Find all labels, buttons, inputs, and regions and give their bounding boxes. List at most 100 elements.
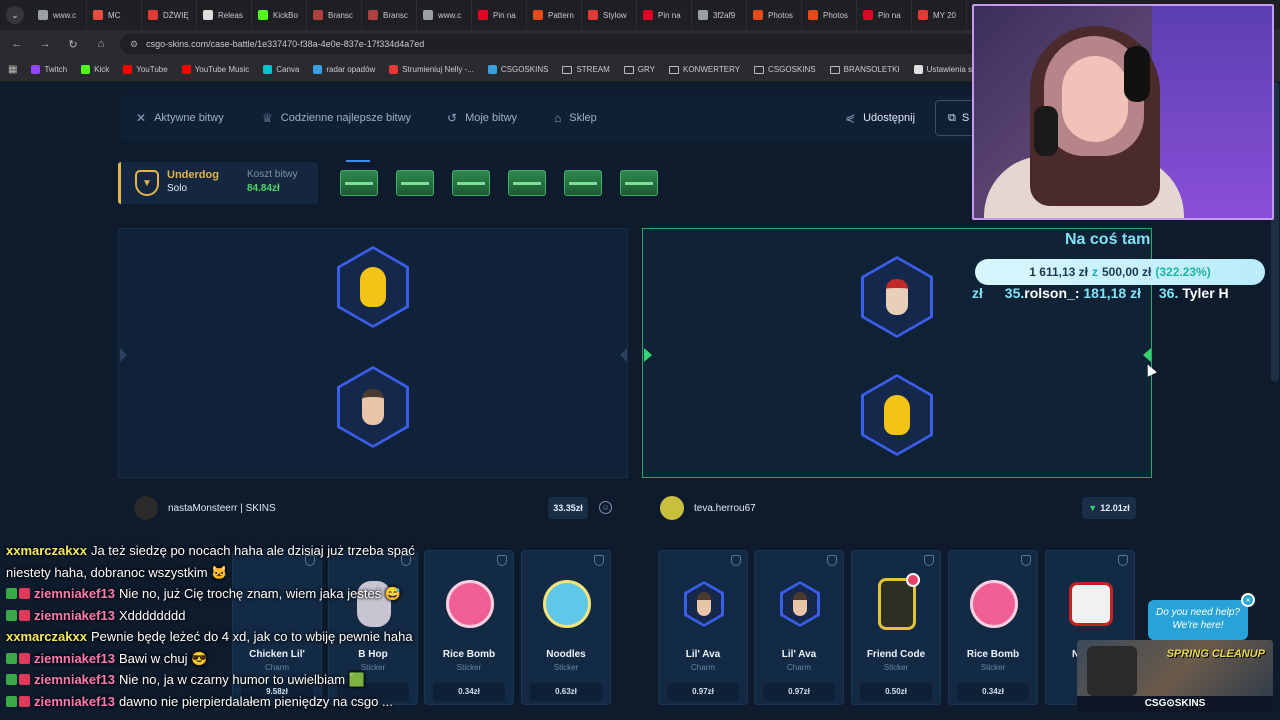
spring-cleanup-promo[interactable]: SPRING CLEANUP CSG⊙SKINS	[1077, 640, 1273, 712]
chat-text: Xdddddddd	[118, 607, 186, 623]
tab-label: MC	[108, 10, 121, 20]
apps-grid-icon[interactable]: ▦	[8, 64, 17, 75]
close-icon[interactable]: ×	[1241, 593, 1255, 607]
goal-current: 1 611,13 zł	[1029, 265, 1088, 279]
battle-type: Solo	[167, 183, 188, 194]
browser-tab[interactable]: Bransc	[307, 0, 362, 30]
share-button[interactable]: ⋞ Udostępnij	[845, 95, 915, 141]
bookmark-item[interactable]: BRANSOLETKI	[829, 65, 900, 74]
badge-icon	[19, 588, 30, 600]
case-crate-6[interactable]	[620, 170, 658, 196]
bookmark-item[interactable]: Twitch	[31, 65, 67, 74]
forward-icon[interactable]: →	[36, 38, 54, 50]
case-crate-5[interactable]	[564, 170, 602, 196]
item-card[interactable]: Noodles Sticker 0.63zł	[521, 550, 611, 705]
bookmark-item[interactable]: CSGOSKINS	[754, 65, 816, 74]
player2-avatar[interactable]	[660, 496, 684, 520]
chat-text: Ja też siedzę po nocach haha ale dzisiaj…	[90, 543, 415, 558]
nav-shop[interactable]: ⌂ Sklep	[554, 95, 597, 141]
bookmark-item[interactable]: YouTube Music	[181, 65, 250, 74]
home-icon[interactable]: ⌂	[92, 38, 110, 50]
item-card[interactable]: Lil' Ava Charm 0.97zł	[658, 550, 748, 705]
help-chat-bubble[interactable]: Do you need help? We're here!	[1148, 600, 1248, 640]
item-card[interactable]: Lil' Ava Charm 0.97zł	[754, 550, 844, 705]
bookmark-item[interactable]: STREAM	[562, 65, 610, 74]
browser-tab[interactable]: Pin na	[472, 0, 527, 30]
chat-username[interactable]: xxmarczakxx	[6, 540, 87, 562]
browser-tab[interactable]: Releas	[197, 0, 252, 30]
player1-avatar[interactable]	[134, 496, 158, 520]
emoji-icon[interactable]: ☺	[599, 501, 612, 514]
share-label: Udostępnij	[863, 112, 916, 124]
bookmark-item[interactable]: Canva	[263, 65, 299, 74]
case-crate-3[interactable]	[452, 170, 490, 196]
tab-favicon-icon	[148, 10, 158, 20]
item-card[interactable]: Friend Code Sticker 0.50zł	[851, 550, 941, 705]
shield-icon	[497, 555, 507, 566]
ticker-name: Tyler H	[1182, 285, 1229, 301]
site-info-icon[interactable]: ⚙	[130, 39, 138, 50]
bookmark-item[interactable]: GRY	[623, 65, 655, 74]
browser-tab[interactable]: Pattern	[527, 0, 582, 30]
case-crate-2[interactable]	[396, 170, 434, 196]
browser-tab[interactable]: MY 20	[912, 0, 967, 30]
folder-icon	[669, 65, 679, 74]
back-icon[interactable]: ←	[8, 38, 26, 50]
tab-search-button[interactable]: ⌄	[6, 6, 24, 24]
browser-tab[interactable]: Bransc	[362, 0, 417, 30]
item-price: 0.63zł	[530, 683, 602, 701]
item-type: Charm	[690, 663, 715, 672]
red-hat-charm-icon	[886, 279, 908, 315]
url-field[interactable]: ⚙ csgo-skins.com/case-battle/1e337470-f3…	[120, 34, 1000, 54]
chat-username[interactable]: ziemniakef13	[34, 691, 115, 713]
settings-site-icon	[913, 65, 923, 74]
goal-progress-bar: 1 611,13 zł z 500,00 zł (322.23%)	[975, 259, 1265, 285]
player2-name[interactable]: teva.herrou67	[694, 503, 756, 514]
browser-tab[interactable]: Pin na	[857, 0, 912, 30]
browser-tab[interactable]: 3f2af9	[692, 0, 747, 30]
browser-tab[interactable]: KickBo	[252, 0, 307, 30]
bookmark-item[interactable]: YouTube	[123, 65, 168, 74]
browser-tab[interactable]: Pin na	[637, 0, 692, 30]
browser-tab[interactable]: www.c	[417, 0, 472, 30]
shield-icon	[731, 555, 741, 566]
bookmark-item[interactable]: Strumieniuj Nelly -...	[389, 65, 474, 74]
kick-icon	[81, 65, 91, 74]
bookmark-item[interactable]: Kick	[81, 65, 109, 74]
chat-username[interactable]: ziemniakef13	[34, 669, 115, 691]
browser-tab[interactable]: MC	[87, 0, 142, 30]
chat-badges	[6, 609, 30, 621]
browser-tab[interactable]: Photos	[802, 0, 857, 30]
nav-active-battles[interactable]: ✕ Aktywne bitwy	[136, 95, 224, 141]
badge-icon	[19, 652, 30, 664]
ticker-rank: 36.	[1158, 285, 1179, 301]
reel-pointer-left-icon	[644, 348, 652, 362]
bookmark-item[interactable]: CSGOSKINS	[487, 65, 548, 74]
item-card[interactable]: Rice Bomb Sticker 0.34zł	[948, 550, 1038, 705]
bookmark-label: YouTube Music	[194, 65, 250, 74]
stream-icon	[389, 65, 399, 74]
chat-username[interactable]: ziemniakef13	[34, 605, 115, 627]
chat-username[interactable]: ziemniakef13	[34, 583, 115, 605]
tab-label: Photos	[768, 10, 793, 20]
item-type: Sticker	[553, 663, 579, 672]
browser-tab[interactable]: DŹWIĘ	[142, 0, 197, 30]
case-crate-4[interactable]	[508, 170, 546, 196]
browser-tab[interactable]: Stylow	[582, 0, 637, 30]
chat-badges	[6, 652, 30, 664]
nav-daily-best[interactable]: ♕ Codzienne najlepsze bitwy	[262, 95, 411, 141]
goal-separator: z	[1091, 265, 1098, 279]
case-crate-1[interactable]	[340, 170, 378, 196]
nav-my-battles[interactable]: ↺ Moje bitwy	[447, 95, 517, 141]
browser-tab[interactable]: www.c	[32, 0, 87, 30]
ticker-rank: 35.	[1004, 285, 1025, 301]
chat-username[interactable]: xxmarczakxx	[6, 626, 87, 648]
chat-username[interactable]: ziemniakef13	[34, 648, 115, 670]
shield-icon	[1118, 555, 1128, 566]
browser-tab[interactable]: Photos	[747, 0, 802, 30]
bookmark-item[interactable]: radar opadów	[313, 65, 375, 74]
bookmark-item[interactable]: KONWERTERY	[669, 65, 740, 74]
item-price: 0.34zł	[957, 683, 1029, 701]
player1-name[interactable]: nastaMonsteerr | SKINS	[168, 503, 276, 514]
reload-icon[interactable]: ↻	[64, 38, 82, 51]
